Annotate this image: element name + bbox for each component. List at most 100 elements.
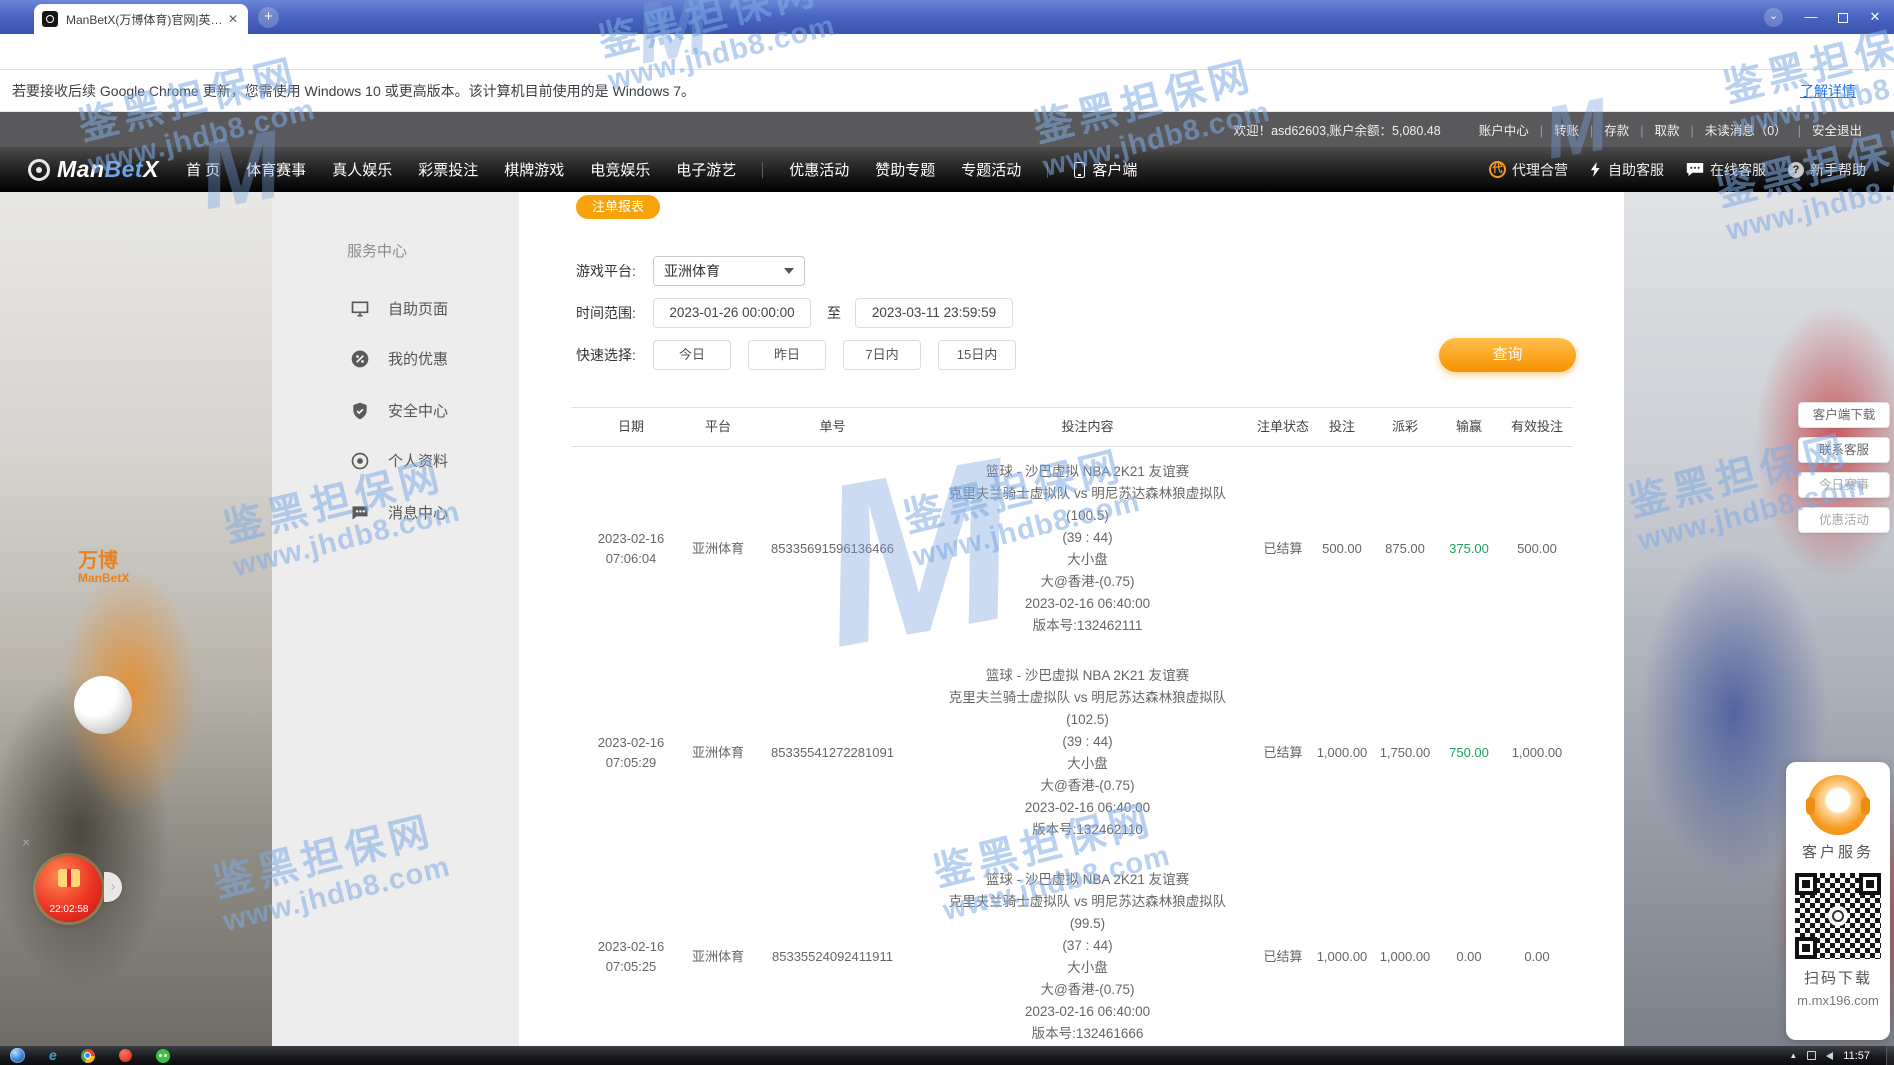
nav-item[interactable]: 电竞娱乐 xyxy=(590,159,650,180)
new-tab-button[interactable]: + xyxy=(258,7,279,28)
tab-close-icon[interactable]: ✕ xyxy=(228,12,238,26)
notification-text: 若要接收后续 Google Chrome 更新，您需使用 Windows 10 … xyxy=(12,70,695,112)
float-button[interactable]: 今日赛事 xyxy=(1798,472,1890,498)
sidebar-item-messages[interactable]: 消息中心 xyxy=(350,502,448,523)
bet-amount-cell: 1,000.00 xyxy=(1311,947,1373,967)
quick-range-button[interactable]: 今日 xyxy=(653,340,731,370)
chevron-down-icon xyxy=(784,268,794,274)
window-close-button[interactable]: ✕ xyxy=(1860,0,1890,34)
column-header: 平台 xyxy=(691,419,745,435)
ie-icon[interactable]: e xyxy=(49,1046,57,1065)
nav-menu: 首 页 体育赛事 真人娱乐 彩票投注 棋牌游戏 电竞娱乐 电子游艺 优惠活动 赞助专题 专题活动… xyxy=(186,147,1137,192)
manbetx-logo[interactable]: ManBetX xyxy=(28,147,159,192)
tray-speaker-icon[interactable] xyxy=(1826,1052,1833,1060)
tray-expand-icon[interactable]: ▲ xyxy=(1789,1051,1797,1060)
float-button[interactable]: 联系客服 xyxy=(1798,437,1890,463)
account-link[interactable]: 取款 xyxy=(1629,120,1679,139)
account-link[interactable]: 未读消息（0） xyxy=(1680,120,1787,139)
nav-item-self-service[interactable]: 自助客服 xyxy=(1590,160,1664,180)
float-button[interactable]: 客户端下载 xyxy=(1798,402,1890,428)
table-row: 2023-02-1607:06:04 亚洲体育 8533569159613646… xyxy=(571,447,1573,651)
promo-red-packet[interactable]: 22:02:58 xyxy=(36,856,102,922)
nav-item[interactable]: 电子游艺 xyxy=(676,159,736,180)
winloss-cell: 375.00 xyxy=(1437,539,1501,559)
query-button[interactable]: 查询 xyxy=(1439,338,1576,372)
payout-cell: 1,000.00 xyxy=(1373,947,1437,967)
tray-monitor-icon[interactable] xyxy=(1807,1051,1816,1060)
wager-report-panel: 注单报表 游戏平台: 亚洲体育 时间范围: 2023-01-26 00:00:0… xyxy=(519,192,1624,1046)
taskbar-clock: 11:57 xyxy=(1843,1050,1870,1062)
column-header: 日期 xyxy=(571,419,691,435)
table-body: 2023-02-1607:06:04 亚洲体育 8533569159613646… xyxy=(571,447,1573,1059)
date-cell: 2023-02-1607:06:04 xyxy=(571,529,691,569)
promo-close-icon[interactable]: × xyxy=(22,834,30,850)
quick-select-label: 快速选择: xyxy=(576,340,636,370)
nav-item-client[interactable]: 客户端 xyxy=(1074,159,1137,180)
window-minimize-button[interactable]: — xyxy=(1796,0,1826,34)
left-photo-caption: 万博ManBetX xyxy=(78,550,129,585)
column-header: 派彩 xyxy=(1373,419,1437,435)
account-link[interactable]: 存款 xyxy=(1579,120,1629,139)
report-tab[interactable]: 注单报表 xyxy=(576,195,660,219)
nav-item[interactable]: 真人娱乐 xyxy=(332,159,392,180)
shield-icon xyxy=(350,401,370,421)
date-cell: 2023-02-1607:05:25 xyxy=(571,937,691,977)
show-desktop-button[interactable] xyxy=(1886,1046,1894,1065)
tab-search-icon[interactable]: ⌄ xyxy=(1764,8,1783,27)
phone-icon xyxy=(1074,162,1085,178)
date-cell: 2023-02-1607:05:29 xyxy=(571,733,691,773)
account-link[interactable]: 账户中心 xyxy=(1479,120,1529,139)
nav-item[interactable]: 专题活动 xyxy=(961,159,1021,180)
bet-content-cell: 篮球 - 沙巴虚拟 NBA 2K21 友谊赛 克里夫兰骑士虚拟队 vs 明尼苏达… xyxy=(920,447,1255,651)
question-icon: ? xyxy=(1788,162,1804,178)
window-maximize-button[interactable] xyxy=(1828,0,1858,34)
platform-cell: 亚洲体育 xyxy=(691,947,745,967)
account-link[interactable]: 转账 xyxy=(1529,120,1579,139)
nav-item[interactable]: 优惠活动 xyxy=(789,159,849,180)
account-link[interactable]: 安全退出 xyxy=(1787,120,1862,139)
nav-promo-group: 优惠活动 赞助专题 专题活动 xyxy=(789,159,1021,180)
quick-range-buttons: 今日昨日 7日内 15日内 xyxy=(653,340,1016,370)
lightning-icon xyxy=(1590,161,1602,178)
platform-cell: 亚洲体育 xyxy=(691,743,745,763)
nav-item[interactable]: 体育赛事 xyxy=(246,159,306,180)
nav-item-live-chat[interactable]: 在线客服 xyxy=(1686,160,1766,180)
browser-tab[interactable]: ManBetX(万博体育)官网|英超狼队 ✕ xyxy=(34,4,248,34)
payout-cell: 875.00 xyxy=(1373,539,1437,559)
nav-item-help[interactable]: ? 新手帮助 xyxy=(1788,160,1866,180)
platform-select[interactable]: 亚洲体育 xyxy=(653,256,805,286)
quick-range-button[interactable]: 7日内 xyxy=(843,340,921,370)
red-app-icon[interactable] xyxy=(119,1049,132,1062)
sidebar-item-profile[interactable]: 个人资料 xyxy=(350,450,448,471)
quick-range-button[interactable]: 昨日 xyxy=(748,340,826,370)
valid-bet-cell: 500.00 xyxy=(1501,539,1573,559)
system-tray: ▲ xyxy=(1789,1051,1833,1060)
winloss-cell: 750.00 xyxy=(1437,743,1501,763)
chrome-update-notification: 若要接收后续 Google Chrome 更新，您需使用 Windows 10 … xyxy=(0,70,1894,112)
sidebar-item-my-promos[interactable]: 我的优惠 xyxy=(350,348,448,369)
wager-table: 日期平台单号投注内容注单状态投注派彩输赢有效投注 2023-02-1607:06… xyxy=(571,407,1573,1059)
nav-item[interactable]: 首 页 xyxy=(186,159,220,180)
bet-content-cell: 篮球 - 沙巴虚拟 NBA 2K21 友谊赛 克里夫兰骑士虚拟队 vs 明尼苏达… xyxy=(920,651,1255,855)
nav-item[interactable]: 赞助专题 xyxy=(875,159,935,180)
nav-item-agent[interactable]: 代 代理合营 xyxy=(1489,160,1568,180)
scan-download-label: 扫码下载 xyxy=(1786,967,1890,988)
start-button[interactable] xyxy=(10,1048,25,1063)
date-range-label: 时间范围: xyxy=(576,298,636,328)
wechat-icon[interactable] xyxy=(156,1049,170,1063)
chrome-icon[interactable] xyxy=(81,1049,95,1063)
sidebar-item-self-page[interactable]: 自助页面 xyxy=(350,298,448,319)
float-button[interactable]: 优惠活动 xyxy=(1798,507,1890,533)
discount-icon xyxy=(350,349,370,369)
nav-item[interactable]: 彩票投注 xyxy=(418,159,478,180)
nav-item[interactable]: 棋牌游戏 xyxy=(504,159,564,180)
status-cell: 已结算 xyxy=(1255,947,1311,967)
learn-more-link[interactable]: 了解详情 xyxy=(1800,70,1856,112)
sidebar-item-security[interactable]: 安全中心 xyxy=(350,400,448,421)
date-to-input[interactable]: 2023-03-11 23:59:59 xyxy=(855,298,1013,328)
profile-target-icon xyxy=(350,451,370,471)
date-from-input[interactable]: 2023-01-26 00:00:00 xyxy=(653,298,811,328)
column-header: 输赢 xyxy=(1437,419,1501,435)
order-number-cell: 85335541272281091 xyxy=(745,743,920,763)
quick-range-button[interactable]: 15日内 xyxy=(938,340,1016,370)
